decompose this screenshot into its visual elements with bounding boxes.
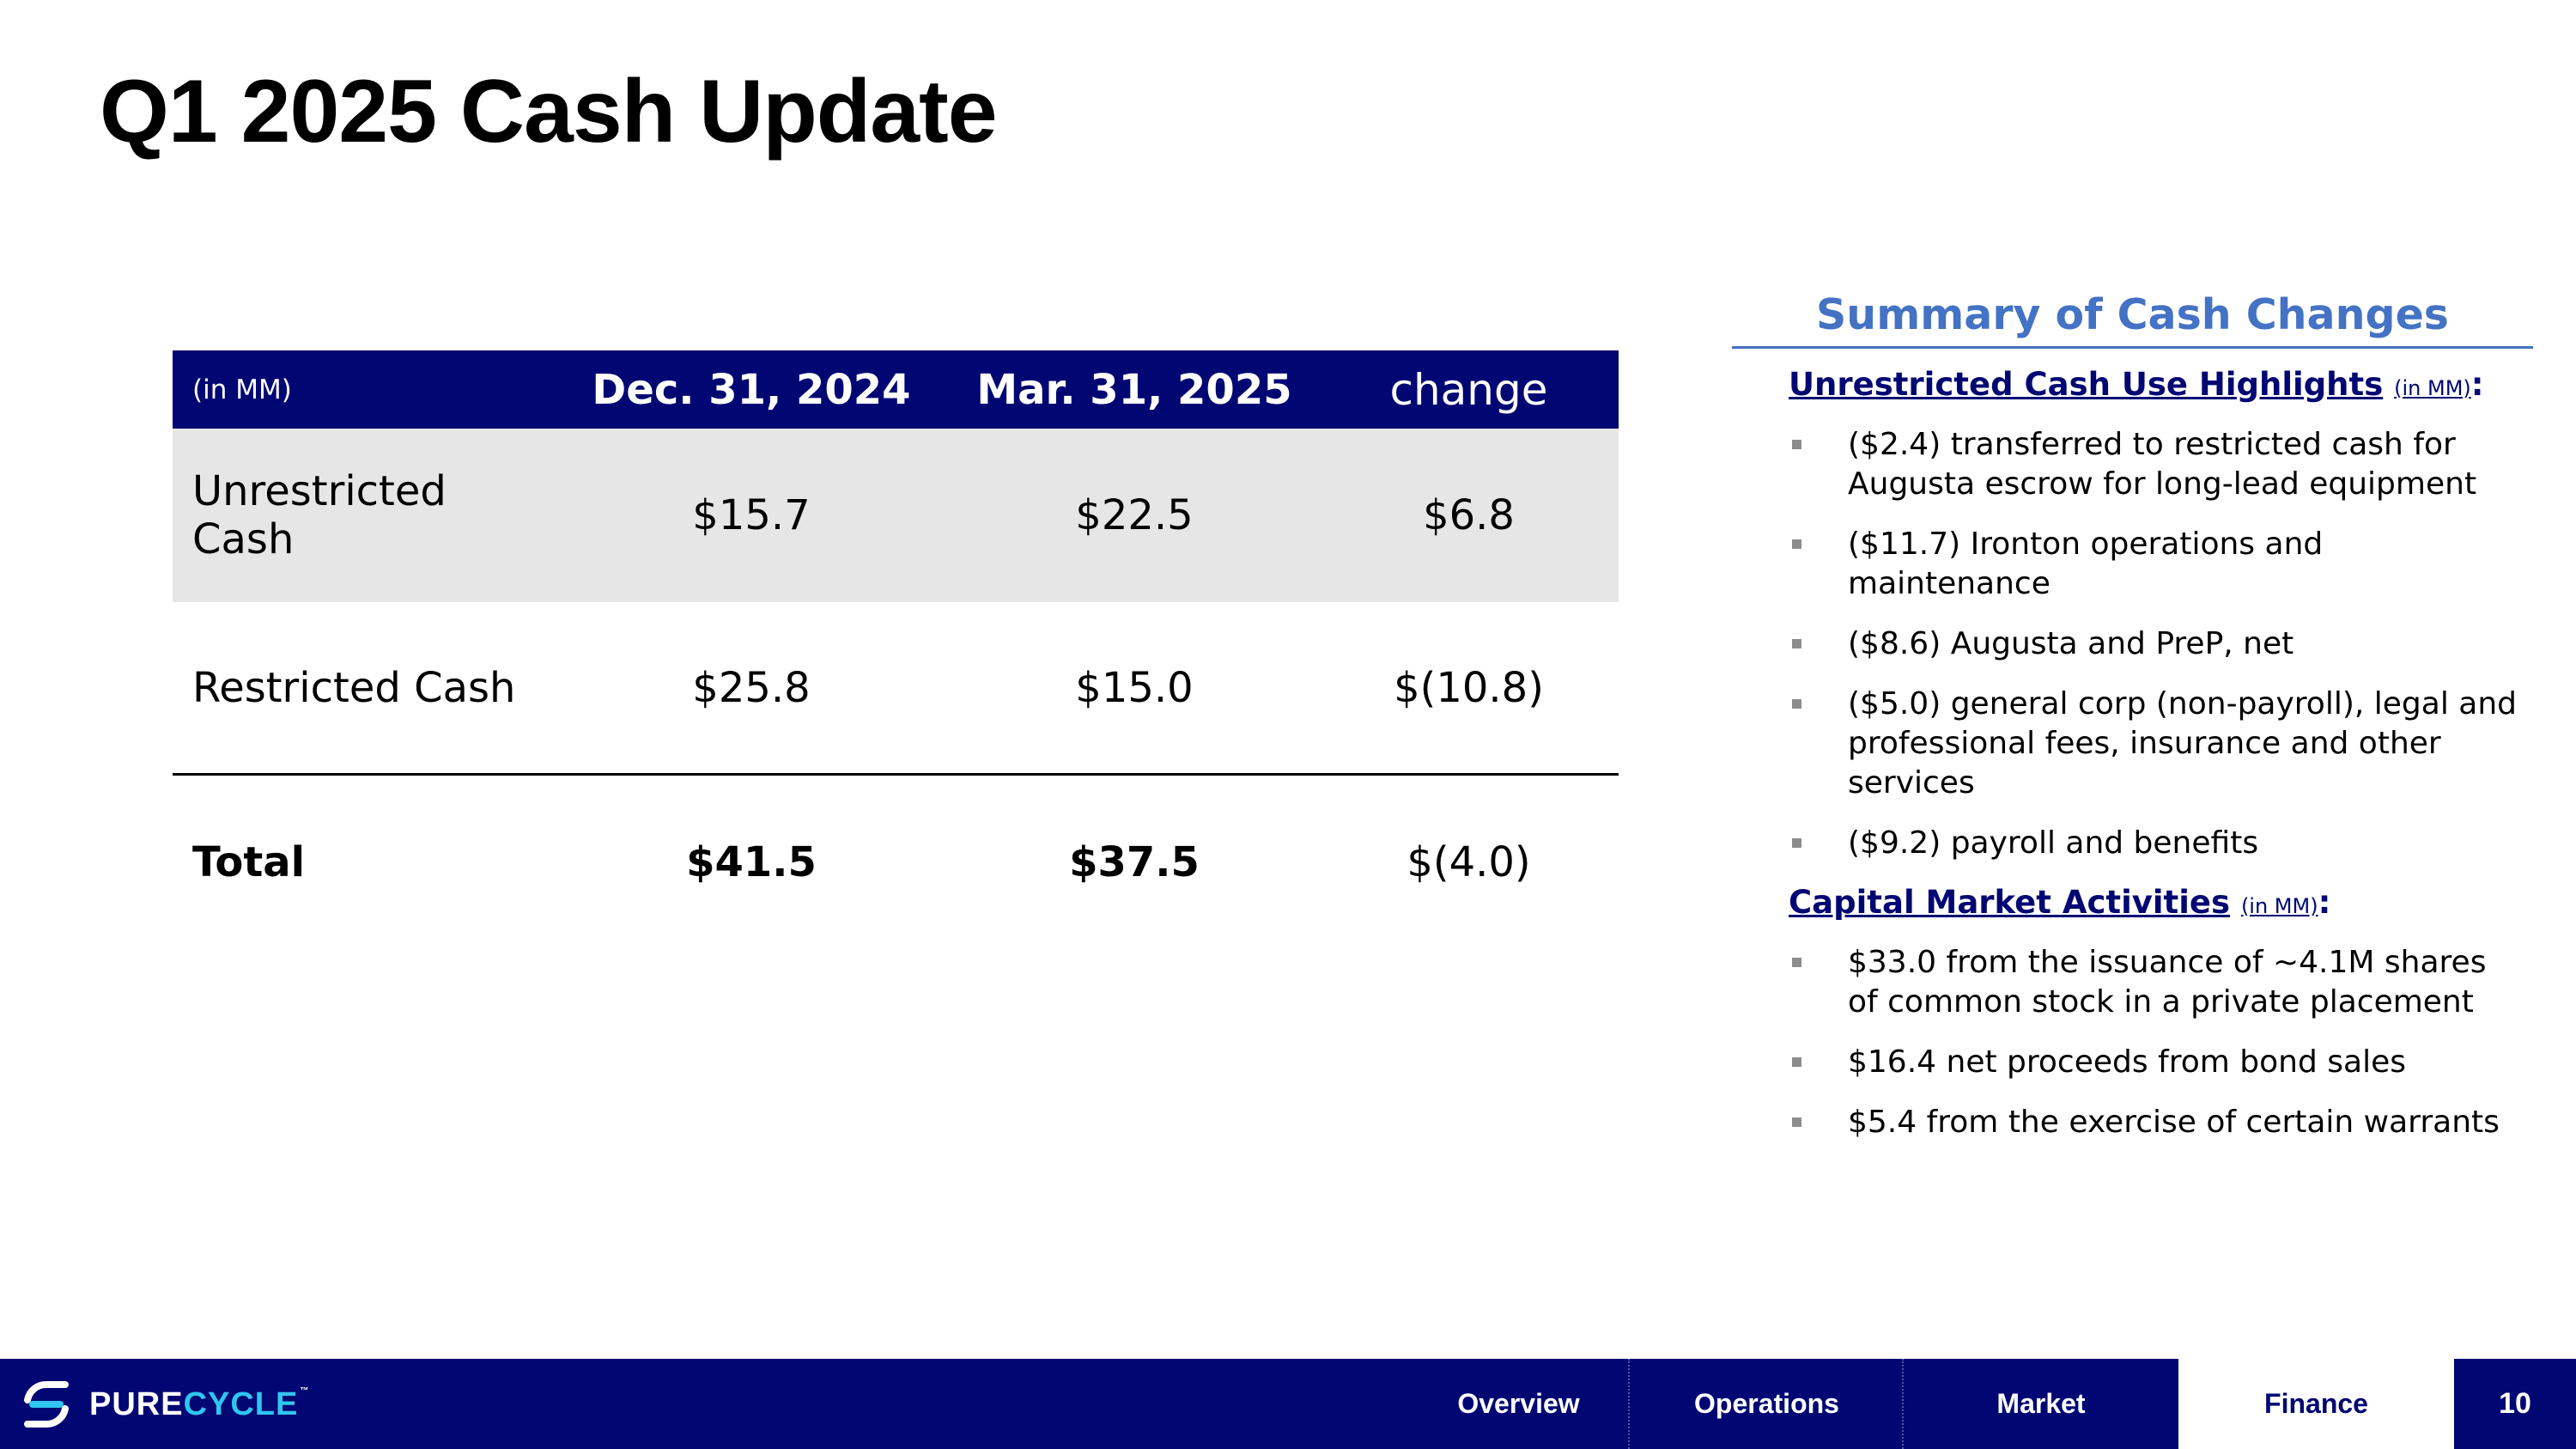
cell-value: $6.8 <box>1423 491 1515 539</box>
table-unit-label: (in MM) <box>192 374 292 405</box>
table-row-unrestricted-cash: Unrestricted Cash $15.7 $22.5 $6.8 <box>173 429 1619 602</box>
section-heading-unit: (in MM) <box>2240 894 2318 918</box>
cell-value: $41.5 <box>686 838 817 886</box>
cell-value: $22.5 <box>1075 491 1194 539</box>
table-header-row: (in MM) Dec. 31, 2024 Mar. 31, 2025 chan… <box>173 350 1619 429</box>
list-item: $33.0 from the issuance of ~4.1M shares … <box>1732 943 2533 1022</box>
purecycle-logo-icon <box>24 1381 69 1428</box>
list-item: ($8.6) Augusta and PreP, net <box>1732 624 2533 664</box>
column-header-dec-2024: Dec. 31, 2024 <box>592 365 911 414</box>
summary-panel: Summary of Cash Changes Unrestricted Cas… <box>1732 290 2533 1163</box>
section-heading-unrestricted: Unrestricted Cash Use Highlights (in MM)… <box>1789 366 2533 403</box>
nav-tab-market[interactable]: Market <box>1902 1359 2178 1449</box>
list-item: ($11.7) Ironton operations and maintenan… <box>1732 525 2533 604</box>
section-heading-text: Unrestricted Cash Use Highlights <box>1789 366 2384 403</box>
section-heading-colon: : <box>2470 366 2484 403</box>
square-bullet-icon <box>1792 539 1801 549</box>
cell-value: $15.0 <box>1075 663 1194 712</box>
cell-value: $15.7 <box>692 491 811 539</box>
list-item: ($5.0) general corp (non-payroll), legal… <box>1732 685 2533 803</box>
square-bullet-icon <box>1792 440 1801 449</box>
column-header-mar-2025: Mar. 31, 2025 <box>976 365 1292 414</box>
row-label: Restricted Cash <box>192 663 516 712</box>
nav-tab-overview[interactable]: Overview <box>1409 1359 1628 1449</box>
list-item-text: $5.4 from the exercise of certain warran… <box>1848 1105 2500 1140</box>
square-bullet-icon <box>1792 838 1801 848</box>
list-item-text: ($8.6) Augusta and PreP, net <box>1848 626 2294 661</box>
nav-tab-finance[interactable]: Finance <box>2178 1359 2454 1449</box>
nav-tab-operations[interactable]: Operations <box>1628 1359 1904 1449</box>
list-item: ($9.2) payroll and benefits <box>1732 824 2533 863</box>
cell-value: $(4.0) <box>1406 838 1531 886</box>
unrestricted-cash-list: ($2.4) transferred to restricted cash fo… <box>1732 425 2533 863</box>
section-heading-capital-markets: Capital Market Activities (in MM): <box>1789 884 2533 921</box>
cell-value: $25.8 <box>692 663 811 712</box>
cash-table: (in MM) Dec. 31, 2024 Mar. 31, 2025 chan… <box>173 350 1619 949</box>
column-header-change: change <box>1389 364 1548 415</box>
list-item-text: ($5.0) general corp (non-payroll), legal… <box>1848 686 2517 801</box>
square-bullet-icon <box>1792 699 1801 709</box>
square-bullet-icon <box>1792 1057 1801 1067</box>
page-title: Q1 2025 Cash Update <box>100 62 998 161</box>
page-number: 10 <box>2499 1387 2531 1420</box>
logo-wordmark: PURECYCLE ™ <box>89 1385 310 1422</box>
list-item: $5.4 from the exercise of certain warran… <box>1732 1103 2533 1142</box>
capital-markets-list: $33.0 from the issuance of ~4.1M shares … <box>1732 943 2533 1142</box>
cell-value: $37.5 <box>1069 838 1200 886</box>
table-row-total: Total $41.5 $37.5 $(4.0) <box>173 776 1619 949</box>
section-heading-unit: (in MM) <box>2394 376 2471 400</box>
row-label: Total <box>192 838 306 886</box>
list-item-text: ($11.7) Ironton operations and maintenan… <box>1848 527 2324 601</box>
list-item-text: ($2.4) transferred to restricted cash fo… <box>1848 427 2477 502</box>
square-bullet-icon <box>1792 639 1801 648</box>
list-item-text: $16.4 net proceeds from bond sales <box>1848 1044 2406 1080</box>
footer-bar: PURECYCLE ™ Overview Operations Market Fi… <box>0 1359 2576 1449</box>
table-row-restricted-cash: Restricted Cash $25.8 $15.0 $(10.8) <box>173 602 1619 776</box>
section-heading-colon: : <box>2318 884 2331 921</box>
summary-title: Summary of Cash Changes <box>1732 290 2533 349</box>
list-item-text: $33.0 from the issuance of ~4.1M shares … <box>1848 945 2487 1020</box>
list-item: ($2.4) transferred to restricted cash fo… <box>1732 425 2533 504</box>
list-item: $16.4 net proceeds from bond sales <box>1732 1043 2533 1082</box>
square-bullet-icon <box>1792 1117 1801 1127</box>
row-label: Unrestricted Cash <box>192 467 447 563</box>
square-bullet-icon <box>1792 958 1801 967</box>
purecycle-logo: PURECYCLE ™ <box>21 1379 309 1429</box>
cell-value: $(10.8) <box>1394 663 1544 712</box>
list-item-text: ($9.2) payroll and benefits <box>1848 825 2259 861</box>
section-heading-text: Capital Market Activities <box>1789 884 2231 921</box>
